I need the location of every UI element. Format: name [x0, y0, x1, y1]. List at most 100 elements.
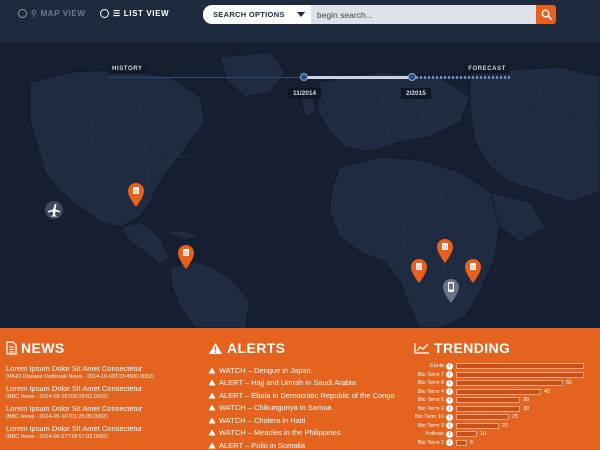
- trending-bar: [456, 439, 467, 446]
- orange-document-pin-icon[interactable]: [127, 182, 145, 208]
- info-icon[interactable]: i: [446, 362, 453, 370]
- trending-bar-wrap: 10: [456, 431, 594, 438]
- trending-heading: TRENDING: [414, 338, 594, 358]
- alerts-heading: ALERTS: [208, 338, 398, 358]
- search-button[interactable]: [536, 5, 556, 24]
- alert-item[interactable]: ALERT – Polio in Somalia: [208, 439, 398, 450]
- info-icon[interactable]: i: [446, 439, 453, 447]
- airplane-icon[interactable]: [44, 200, 64, 220]
- info-icon[interactable]: i: [446, 405, 453, 413]
- info-icon[interactable]: i: [446, 379, 453, 387]
- trending-bar: [456, 397, 520, 404]
- timeline-slider[interactable]: HISTORY FORECAST 11/2014 2/2015: [108, 62, 510, 102]
- info-panel: NEWS Lorem Ipsum Dolor Sit Amet Consecte…: [0, 328, 600, 450]
- trending-bar-wrap: 50: [456, 380, 594, 387]
- trending-term-label: Bio Term 3: [417, 422, 444, 429]
- map-view-radio[interactable]: [18, 9, 27, 18]
- news-item-source: (BBC News - 2014-06-27T18:57:03.000Z): [6, 434, 109, 440]
- trending-bar: [456, 363, 584, 370]
- trending-row[interactable]: Bio Term 8 i 50: [414, 379, 594, 388]
- trending-row[interactable]: Bio Term 10 i 25: [414, 413, 594, 422]
- alert-item-label: WATCH – Cholera in Haiti: [219, 415, 306, 425]
- news-list: Lorem Ipsum Dolor Sit Amet Consectetur (…: [6, 364, 196, 440]
- timeline-start-date: 11/2014: [288, 88, 322, 99]
- alert-item-label: WATCH – Chikungunya in Samoa: [219, 403, 332, 413]
- search-bar: SEARCH OPTIONS: [203, 5, 556, 24]
- info-icon[interactable]: i: [446, 371, 453, 379]
- trending-row[interactable]: Bio Term 7i: [414, 371, 594, 380]
- trending-row[interactable]: Bio Term 4 i 40: [414, 388, 594, 397]
- orange-document-pin-icon[interactable]: [177, 244, 195, 270]
- trending-bar: [456, 431, 477, 438]
- orange-document-pin-icon[interactable]: [410, 258, 428, 284]
- news-item[interactable]: Lorem Ipsum Dolor Sit Amet Consectetur (…: [6, 404, 196, 420]
- trending-row[interactable]: Bio Term 2i 5: [414, 439, 594, 448]
- trending-bar: [456, 414, 509, 421]
- info-icon[interactable]: i: [446, 396, 453, 404]
- orange-document-pin-icon[interactable]: [464, 258, 482, 284]
- news-item[interactable]: Lorem Ipsum Dolor Sit Amet Consectetur (…: [6, 384, 196, 400]
- news-item-title[interactable]: Lorem Ipsum Dolor Sit Amet Consectetur: [6, 364, 196, 373]
- list-view-toggle[interactable]: ☰ LIST VIEW: [100, 9, 169, 18]
- alert-item[interactable]: WATCH – Cholera in Haiti: [208, 414, 398, 427]
- timeline-selected-range: [304, 76, 410, 79]
- warning-triangle-icon: [208, 417, 216, 424]
- trending-heading-label: TRENDING: [434, 340, 511, 356]
- alert-item[interactable]: ALERT – Ebola in Democratic Republic of …: [208, 389, 398, 402]
- news-heading: NEWS: [6, 338, 196, 358]
- history-label: HISTORY: [108, 64, 147, 74]
- trending-value: 25: [512, 414, 519, 421]
- trending-bar-wrap: 30: [456, 397, 594, 404]
- news-item-title[interactable]: Lorem Ipsum Dolor Sit Amet Consectetur: [6, 404, 196, 413]
- news-heading-label: NEWS: [21, 340, 65, 356]
- info-icon[interactable]: i: [446, 388, 453, 396]
- trending-row[interactable]: Bio Term 9 i 30: [414, 405, 594, 414]
- news-section: NEWS Lorem Ipsum Dolor Sit Amet Consecte…: [6, 338, 196, 444]
- info-icon[interactable]: i: [446, 413, 453, 421]
- alert-item[interactable]: WATCH – Dengue in Japan: [208, 364, 398, 377]
- list-view-radio[interactable]: [100, 9, 109, 18]
- trending-term-label: Bio Term 6: [417, 397, 444, 404]
- trending-row[interactable]: Ebola i: [414, 362, 594, 371]
- alert-item[interactable]: WATCH – Measles in the Philippines: [208, 427, 398, 440]
- world-map[interactable]: HISTORY FORECAST 11/2014 2/2015: [0, 42, 600, 328]
- orange-document-pin-icon[interactable]: [436, 238, 454, 264]
- trending-value: 30: [523, 397, 530, 404]
- news-item-title[interactable]: Lorem Ipsum Dolor Sit Amet Consectetur: [6, 424, 196, 433]
- trending-bar-wrap: 30: [456, 405, 594, 412]
- alert-item[interactable]: ALERT – Hajj and Umrah in Saudi Arabia: [208, 377, 398, 390]
- search-options-dropdown[interactable]: SEARCH OPTIONS: [203, 5, 311, 24]
- news-item-title[interactable]: Lorem Ipsum Dolor Sit Amet Consectetur: [6, 384, 196, 393]
- document-icon: [6, 341, 17, 355]
- alert-item-label: WATCH – Measles in the Philippines: [219, 428, 341, 438]
- map-view-label: MAP VIEW: [40, 9, 86, 18]
- list-icon: ☰: [113, 9, 121, 18]
- news-item[interactable]: Lorem Ipsum Dolor Sit Amet Consectetur (…: [6, 364, 196, 380]
- trending-row[interactable]: Bio Term 6 i 30: [414, 396, 594, 405]
- map-view-toggle[interactable]: ⚲ MAP VIEW: [18, 9, 86, 18]
- trending-bar-wrap: 25: [456, 414, 594, 421]
- map-pin-icon: ⚲: [31, 9, 38, 18]
- news-item[interactable]: Lorem Ipsum Dolor Sit Amet Consectetur (…: [6, 424, 196, 440]
- trending-value: 5: [470, 439, 474, 446]
- trending-bar-wrap: 40: [456, 388, 594, 395]
- trending-row[interactable]: Anthrax i 10: [414, 430, 594, 439]
- trending-row[interactable]: Bio Term 3 i 20: [414, 422, 594, 431]
- timeline-forecast-range: [412, 76, 510, 79]
- trending-bar-wrap: [456, 371, 594, 378]
- trending-term-label: Bio Term 4: [417, 388, 444, 395]
- mobile-device-pin-icon[interactable]: [442, 278, 460, 304]
- trending-term-label: Ebola: [429, 363, 444, 370]
- info-icon[interactable]: i: [446, 430, 453, 438]
- alert-item[interactable]: WATCH – Chikungunya in Samoa: [208, 402, 398, 415]
- timeline-end-handle[interactable]: [408, 73, 416, 81]
- warning-triangle-icon: [208, 442, 216, 449]
- search-input[interactable]: [311, 5, 536, 24]
- info-icon[interactable]: i: [446, 422, 453, 430]
- warning-triangle-icon: [208, 392, 216, 399]
- chevron-down-icon: [297, 12, 305, 17]
- alert-item-label: ALERT – Polio in Somalia: [219, 440, 306, 450]
- warning-triangle-icon: [208, 379, 216, 386]
- timeline-start-handle[interactable]: [300, 73, 308, 81]
- trending-value: 20: [502, 422, 509, 429]
